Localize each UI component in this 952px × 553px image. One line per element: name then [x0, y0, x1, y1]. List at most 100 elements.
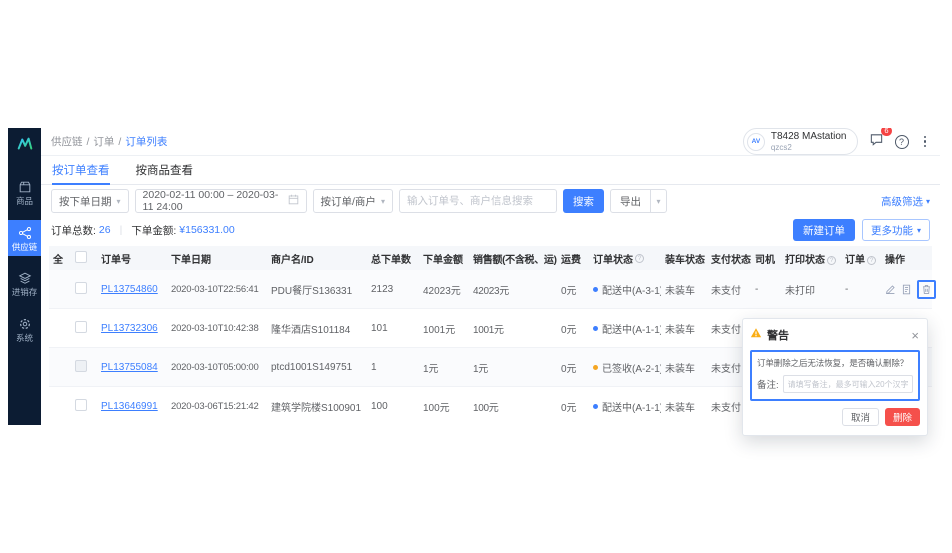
more-functions-button[interactable]: 更多功能 ▾ [862, 219, 930, 241]
row-checkbox[interactable] [75, 282, 87, 294]
new-order-button[interactable]: 新建订单 [793, 219, 855, 241]
order-status: 已签收(A-2-1) [602, 360, 661, 375]
order-number-link[interactable]: PL13732306 [101, 323, 158, 334]
load-status: 未装车 [661, 360, 707, 375]
info-icon[interactable]: ? [867, 256, 876, 265]
page: 商品 供应链 进销存 系统 供应链 / 订单 [0, 0, 952, 553]
user-name: T8428 MAstation [771, 131, 847, 143]
calendar-icon [288, 194, 299, 208]
sidebar-item-label: 系统 [16, 334, 33, 343]
search-type-select[interactable]: 按订单/商户 ▾ [313, 189, 393, 213]
col-amount: 下单金额 [419, 251, 471, 266]
note-label: 备注: [757, 377, 779, 391]
order-status: 配送中(A-3-1) [602, 282, 661, 297]
advanced-filter-link[interactable]: 高级筛选 ▾ [881, 194, 930, 209]
notification-badge: 6 [881, 128, 891, 136]
order-status: 配送中(A-1-1) [602, 399, 661, 414]
order-date: 2020-03-10T05:00:00 [169, 362, 269, 373]
delete-confirm-dialog: 警告 × 订单删除之后无法恢复，是否确认删除？ 备注: 取消 删除 [742, 318, 928, 436]
freight: 0元 [557, 399, 591, 414]
select-all-checkbox[interactable] [75, 251, 87, 263]
more-menu-icon[interactable] [920, 135, 931, 149]
breadcrumb-orders[interactable]: 订单 [93, 134, 114, 149]
info-icon[interactable]: ? [827, 256, 836, 265]
row-checkbox[interactable] [75, 399, 87, 411]
col-operations: 操作 [881, 251, 933, 266]
merchant-name: 隆华酒店S101184 [269, 321, 367, 336]
sidebar-item-inventory[interactable]: 进销存 [8, 265, 41, 302]
tab-by-order[interactable]: 按订单查看 [52, 156, 110, 185]
close-icon[interactable]: × [910, 329, 920, 342]
col-date: 下单日期 [169, 251, 269, 266]
freight: 0元 [557, 360, 591, 375]
total-qty: 100 [367, 401, 419, 412]
load-status: 未装车 [661, 321, 707, 336]
chevron-down-icon: ▾ [381, 197, 385, 206]
status-dot [593, 365, 598, 370]
user-account[interactable]: AV T8428 MAstation qzcs2 [743, 128, 858, 155]
delete-icon[interactable] [917, 280, 936, 299]
supply-chain-icon [18, 226, 32, 240]
row-checkbox[interactable] [75, 321, 87, 333]
date-range-input[interactable]: 2020-02-11 00:00 – 2020-03-11 24:00 [135, 189, 307, 213]
sidebar-item-system[interactable]: 系统 [8, 311, 41, 348]
chevron-down-icon[interactable]: ▾ [650, 190, 666, 212]
messages-button[interactable]: 6 [869, 132, 884, 152]
breadcrumb-supply-chain[interactable]: 供应链 [51, 134, 83, 149]
order-number-link[interactable]: PL13755084 [101, 362, 158, 373]
summary-divider: | [120, 224, 123, 236]
gear-icon [18, 317, 32, 331]
edit-icon[interactable] [885, 284, 896, 295]
search-input[interactable] [399, 189, 557, 213]
filter-bar: 按下单日期 ▾ 2020-02-11 00:00 – 2020-03-11 24… [41, 185, 940, 216]
dialog-body: 订单删除之后无法恢复，是否确认删除？ 备注: [750, 350, 920, 401]
row-checkbox [75, 360, 87, 372]
info-icon[interactable]: ? [635, 254, 644, 263]
warning-icon [750, 326, 762, 344]
order-number-link[interactable]: PL13754860 [101, 284, 158, 295]
table-row: PL13754860 2020-03-10T22:56:41 PDU餐厅S136… [49, 270, 932, 309]
help-icon[interactable]: ? [895, 135, 909, 149]
col-select-all: 全 [49, 251, 71, 266]
table-header: 全 订单号 下单日期 商户名/ID 总下单数 下单金额 销售额(不含税、运) 运… [49, 246, 932, 270]
breadcrumb: 供应链 / 订单 / 订单列表 [51, 134, 167, 149]
export-button[interactable]: 导出 ▾ [610, 189, 667, 213]
breadcrumb-separator: / [87, 136, 90, 148]
search-button[interactable]: 搜索 [563, 189, 604, 213]
col-load-status: 装车状态 [661, 251, 707, 266]
col-sales: 销售额(不含税、运) [471, 251, 557, 266]
app-logo-icon [16, 135, 34, 158]
order-tag: - [841, 284, 881, 295]
order-number-link[interactable]: PL13646991 [101, 401, 158, 412]
order-amount: 1001元 [419, 321, 471, 336]
driver: - [751, 284, 781, 295]
breadcrumb-order-list: 订单列表 [125, 134, 167, 149]
user-subname: qzcs2 [771, 143, 847, 152]
note-input[interactable] [783, 375, 913, 393]
sidebar-item-goods[interactable]: 商品 [8, 174, 41, 211]
copy-icon[interactable] [901, 284, 912, 295]
col-driver: 司机 [751, 251, 781, 266]
status-dot [593, 326, 598, 331]
status-dot [593, 404, 598, 409]
avatar: AV [747, 133, 765, 151]
sales-amount: 100元 [471, 399, 557, 414]
sidebar: 商品 供应链 进销存 系统 [8, 128, 41, 425]
load-status: 未装车 [661, 282, 707, 297]
order-amount: 42023元 [419, 282, 471, 297]
sidebar-item-supply-chain[interactable]: 供应链 [8, 220, 41, 257]
view-tabs: 按订单查看 按商品查看 [41, 156, 940, 185]
sales-amount: 42023元 [471, 282, 557, 297]
topbar: 供应链 / 订单 / 订单列表 AV T8428 MAstation qzcs2 [41, 128, 940, 156]
date-type-select[interactable]: 按下单日期 ▾ [51, 189, 129, 213]
col-qty: 总下单数 [367, 251, 419, 266]
date-range-value: 2020-02-11 00:00 – 2020-03-11 24:00 [143, 189, 283, 213]
order-date: 2020-03-10T10:42:38 [169, 323, 269, 334]
status-dot [593, 287, 598, 292]
order-amount-value: ¥156331.00 [179, 224, 234, 236]
delete-button[interactable]: 删除 [885, 408, 920, 426]
tab-by-product[interactable]: 按商品查看 [136, 156, 194, 185]
pay-status: 未支付 [707, 282, 751, 297]
chevron-down-icon: ▾ [926, 197, 930, 206]
cancel-button[interactable]: 取消 [842, 408, 879, 426]
